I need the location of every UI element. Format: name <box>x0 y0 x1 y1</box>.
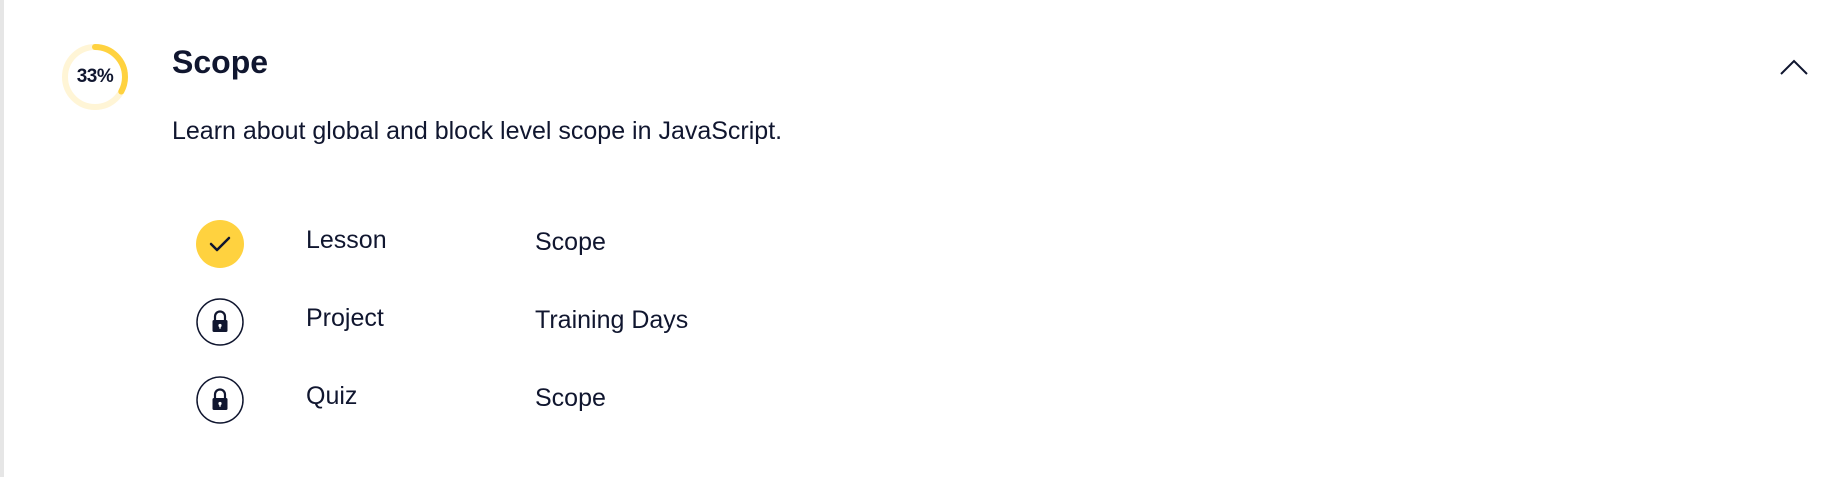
collapse-button[interactable] <box>1774 52 1814 82</box>
item-name[interactable]: Training Days <box>535 306 688 335</box>
status-locked <box>196 376 244 424</box>
status-completed <box>196 220 244 268</box>
module-content-list: Lesson Scope Project Training Days Quiz … <box>196 218 1096 452</box>
item-type: Lesson <box>306 226 387 254</box>
item-name[interactable]: Scope <box>535 228 606 257</box>
list-item-project[interactable]: Project Training Days <box>196 296 1096 374</box>
list-item-quiz[interactable]: Quiz Scope <box>196 374 1096 452</box>
status-locked <box>196 298 244 346</box>
module-title: Scope <box>172 44 269 80</box>
chevron-up-icon <box>1780 59 1808 75</box>
list-item-lesson[interactable]: Lesson Scope <box>196 218 1096 296</box>
progress-ring: 33% <box>60 42 130 112</box>
progress-percentage: 33% <box>76 66 114 87</box>
lock-icon <box>196 376 244 424</box>
module-description: Learn about global and block level scope… <box>172 117 783 145</box>
check-icon <box>196 220 244 268</box>
item-name[interactable]: Scope <box>535 384 606 413</box>
lock-icon <box>196 298 244 346</box>
module-card: 33% Scope Learn about global and block l… <box>0 0 1836 477</box>
item-type: Project <box>306 304 384 332</box>
item-type: Quiz <box>306 382 358 410</box>
